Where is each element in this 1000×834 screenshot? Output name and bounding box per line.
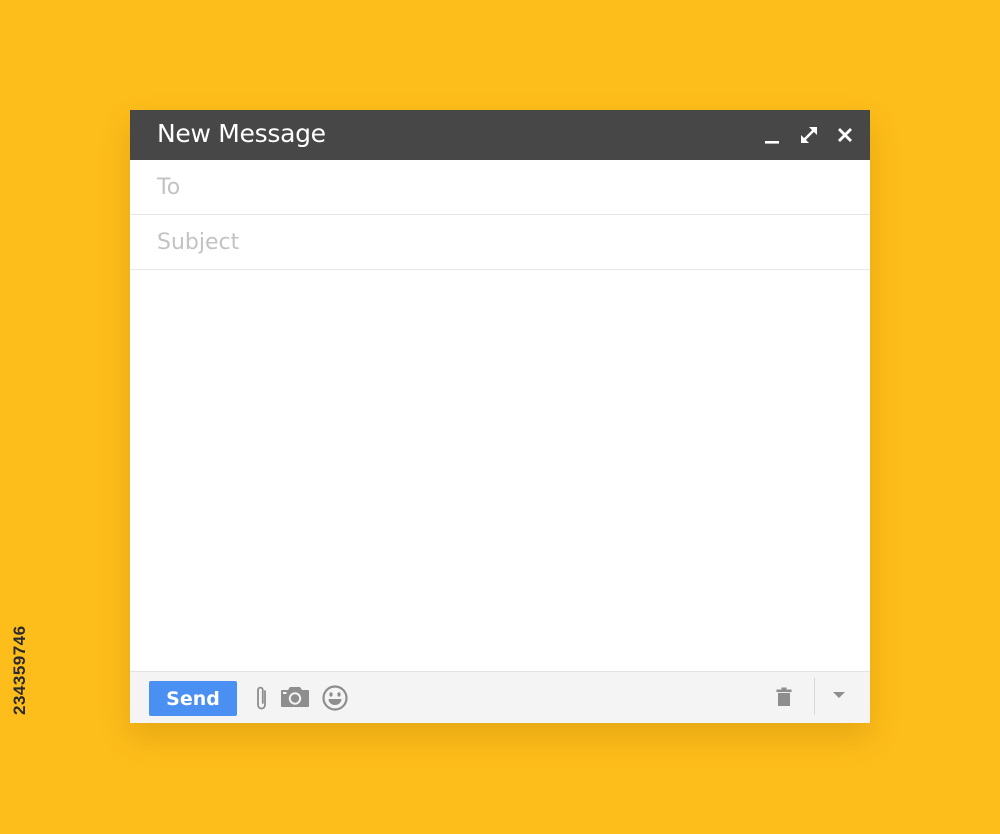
compose-window: New Message Send [130, 110, 870, 723]
emoji-icon [322, 685, 348, 711]
chevron-down-icon [833, 692, 845, 698]
paperclip-icon [257, 686, 266, 710]
window-title: New Message [157, 119, 326, 148]
expand-icon [801, 127, 817, 143]
trash-icon [776, 687, 792, 706]
toolbar-divider [814, 678, 815, 715]
more-options-button[interactable] [833, 691, 845, 699]
camera-icon [281, 687, 309, 707]
minimize-button[interactable] [762, 124, 784, 146]
minimize-icon [765, 141, 779, 144]
stock-id-text: 234359746 [10, 625, 29, 715]
send-button[interactable]: Send [149, 681, 237, 716]
title-bar: New Message [130, 110, 870, 160]
discard-button[interactable] [776, 687, 792, 707]
subject-field[interactable] [157, 215, 850, 269]
maximize-button[interactable] [798, 124, 820, 146]
to-field[interactable] [157, 160, 850, 214]
insert-photo-button[interactable] [280, 686, 310, 708]
attach-button[interactable] [255, 684, 269, 712]
insert-emoji-button[interactable] [321, 684, 349, 712]
message-body[interactable] [130, 272, 870, 672]
close-button[interactable] [834, 124, 856, 146]
subject-field-row [130, 215, 870, 270]
compose-toolbar: Send [130, 671, 870, 723]
close-icon [838, 128, 852, 142]
to-field-row [130, 160, 870, 215]
